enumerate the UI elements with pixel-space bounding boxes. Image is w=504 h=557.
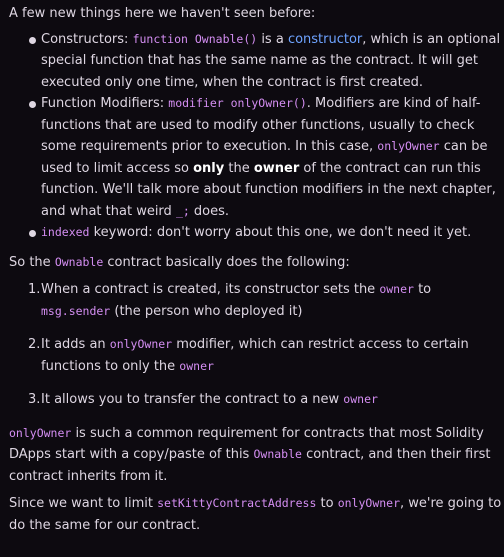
list-item-indexed: indexed keyword: don't worry about this …	[9, 222, 504, 244]
list-item-constructors: Constructors: function Ownable() is a co…	[9, 29, 504, 94]
summary-pre: So the	[9, 254, 55, 270]
new-things-list: Constructors: function Ownable() is a co…	[9, 29, 504, 244]
code-ownable: Ownable	[253, 447, 302, 461]
step-text: It adds an	[41, 337, 110, 352]
list-item-function-modifiers: Function Modifiers: modifier onlyOwner()…	[9, 93, 504, 222]
summary-text: So the Ownable contract basically does t…	[9, 252, 504, 274]
step-item-2: 2. It adds an onlyOwner modifier, which c…	[9, 334, 504, 377]
bullet-text: keyword: don't worry about this one, we …	[89, 225, 472, 240]
bullet-text: does.	[189, 203, 230, 219]
ownable-steps-list: 1. When a contract is created, its constr…	[9, 279, 504, 411]
bullet-text: the	[224, 160, 254, 176]
step-text: (the person who deployed it)	[110, 303, 303, 319]
step-item-1: 1. When a contract is created, its constr…	[9, 279, 504, 322]
step-number: 1.	[28, 282, 41, 297]
summary-post: contract basically does the following:	[103, 254, 350, 270]
code-onlyowner: onlyOwner	[377, 139, 440, 153]
step-text: When a contract is created, its construc…	[41, 282, 380, 297]
code-setkittycontractaddress: setKittyContractAddress	[157, 496, 317, 510]
code-onlyowner: onlyOwner	[109, 337, 173, 351]
code-owner: owner	[343, 392, 378, 406]
bullet-text: Constructors:	[41, 31, 133, 47]
constructor-link[interactable]: constructor	[288, 32, 362, 47]
limit-access-paragraph: Since we want to limit setKittyContractA…	[9, 493, 504, 536]
code-onlyowner: onlyOwner	[337, 496, 401, 510]
lesson-content: A few new things here we haven't seen be…	[9, 3, 504, 536]
bullet-text: is a	[257, 31, 288, 47]
bold-only: only	[193, 160, 225, 176]
paragraph-text: Since we want to limit	[9, 496, 158, 511]
code-owner: owner	[179, 358, 214, 373]
bold-owner: owner	[253, 160, 300, 176]
code-underscore: _;	[175, 203, 190, 218]
code-owner: owner	[379, 282, 414, 296]
code-modifier-onlyowner: modifier onlyOwner()	[168, 96, 307, 110]
step-text: It allows you to transfer the contract t…	[41, 392, 344, 407]
paragraph-text: to	[316, 496, 338, 511]
step-text: to	[413, 282, 432, 297]
intro-text: A few new things here we haven't seen be…	[9, 6, 316, 21]
step-item-3: 3. It allows you to transfer the contract…	[9, 389, 504, 411]
bullet-text: Function Modifiers:	[41, 96, 169, 111]
code-indexed: indexed	[41, 225, 90, 239]
common-requirement-paragraph: onlyOwner is such a common requirement f…	[9, 423, 504, 488]
code-msg-sender: msg.sender	[41, 303, 111, 318]
code-ownable: Ownable	[54, 254, 104, 269]
code-onlyowner: onlyOwner	[9, 425, 72, 440]
step-number: 2.	[28, 337, 41, 352]
step-number: 3.	[28, 392, 41, 407]
code-function-ownable: function Ownable()	[132, 31, 258, 46]
